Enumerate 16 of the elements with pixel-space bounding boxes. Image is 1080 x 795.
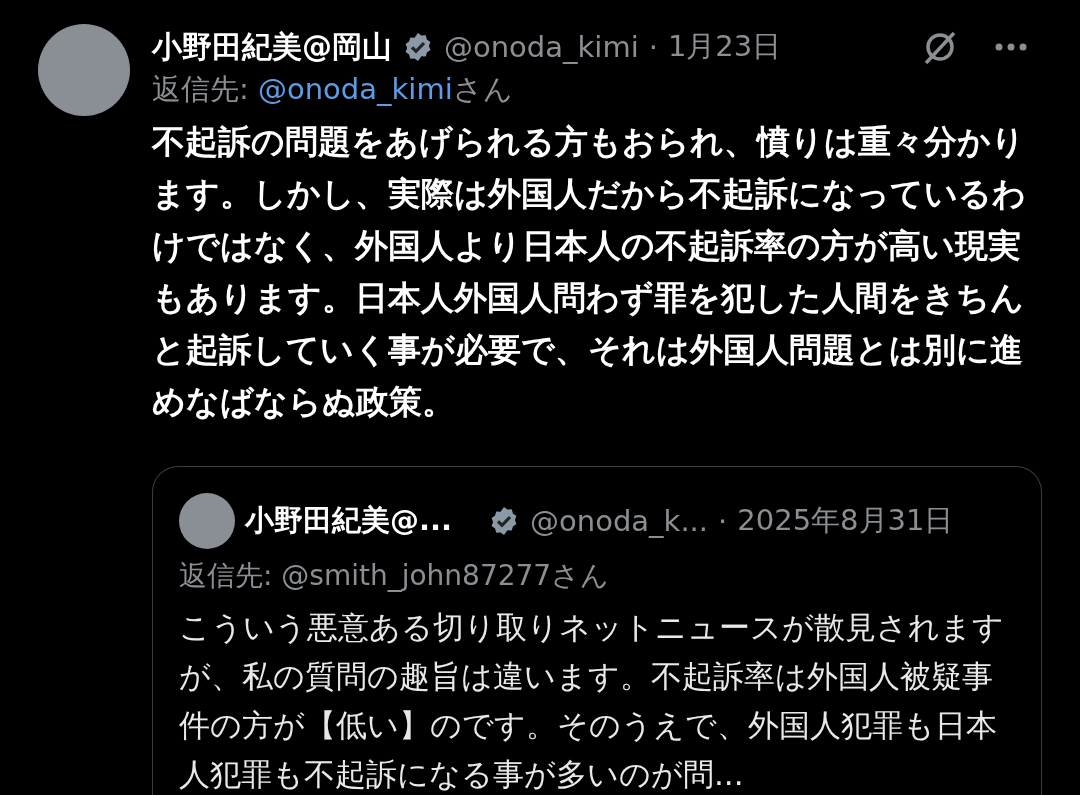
reply-to-line: 返信先: @smith_john87277さん [179, 558, 611, 594]
post-date: 2025年8月31日 [737, 502, 954, 539]
author-handle: @onoda_k... [530, 504, 709, 538]
reply-handle-link[interactable]: @onoda_kimi [258, 72, 453, 106]
author-handle[interactable]: @onoda_kimi [444, 30, 639, 64]
separator: · [648, 30, 658, 64]
post-text: 不起訴の問題をあげられる方もおられ、憤りは重々分かります。しかし、実際は外国人だから不起訴になっているわけではなく、外国人より日本人の不起訴率の方が高い現実もあります。日本人外国人問わず罪を犯した人間をきちんと起訴していく事が必要で、それは外国人問題とは別に進めなばならぬ政策。 [152, 121, 1027, 423]
separator: · [718, 504, 728, 538]
author-name: 小野田紀美@... [245, 502, 453, 539]
reply-to-line: 返信先: @onoda_kimi さん [152, 71, 514, 108]
post-date[interactable]: 1月23日 [667, 27, 782, 67]
author-name[interactable]: 小野田紀美@岡山 [152, 26, 392, 68]
avatar[interactable] [179, 493, 235, 549]
quoted-post-text: こういう悪意ある切り取りネットニュースが散見されますが、私の質問の趣旨は違います。不起訴率は外国人被疑事件の方が【低い】のです。そのうえで、外国人犯罪も日本人犯罪も不起訴になる事が多いのが問... [179, 608, 1005, 794]
quoted-post-card[interactable]: 小野田紀美@... @onoda_k... · 2025年8月31日 返信先: @smith_john87277さん こういう悪意ある切り取りネットニュースが散見されますが、私の質問の趣旨は違います。不起訴率は外国人被疑事件の方が【低い】のです。そのうえで、外国人犯罪も日本人犯罪も不起訴になる事が多いのが問... [152, 466, 1042, 795]
more-icon[interactable] [994, 42, 1028, 52]
